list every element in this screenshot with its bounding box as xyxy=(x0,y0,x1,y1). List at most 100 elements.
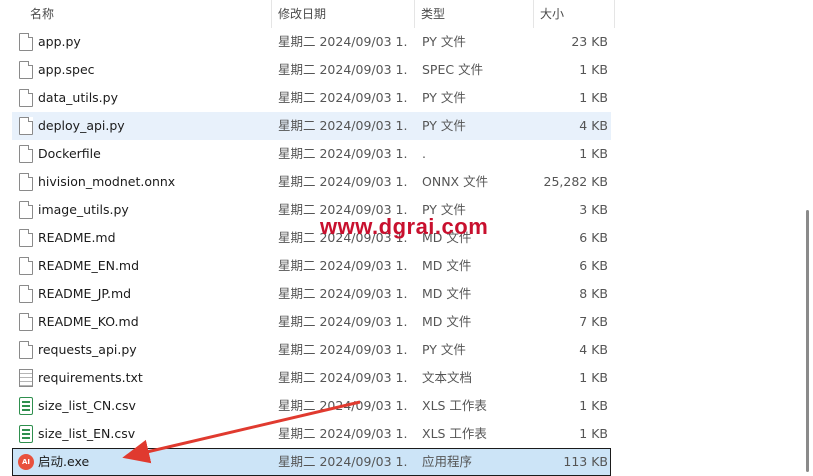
file-row[interactable]: README_KO.md 星期二 2024/09/03 1... MD 文件 7… xyxy=(0,308,813,336)
file-size: 1 KB xyxy=(579,146,608,161)
file-size: 1 KB xyxy=(579,62,608,77)
file-name: size_list_CN.csv xyxy=(38,398,136,413)
file-type: PY 文件 xyxy=(422,90,466,105)
file-row[interactable]: hivision_modnet.onnx 星期二 2024/09/03 1...… xyxy=(0,168,813,196)
file-row[interactable]: README_EN.md 星期二 2024/09/03 1... MD 文件 6… xyxy=(0,252,813,280)
vertical-scrollbar[interactable] xyxy=(797,0,813,473)
column-divider[interactable] xyxy=(614,0,615,28)
file-size: 1 KB xyxy=(579,426,608,441)
file-icon xyxy=(19,257,33,275)
spreadsheet-icon xyxy=(19,425,33,443)
file-name: image_utils.py xyxy=(38,202,129,217)
file-row[interactable]: Dockerfile 星期二 2024/09/03 1... . 1 KB xyxy=(0,140,813,168)
file-name: Dockerfile xyxy=(38,146,101,161)
file-list: app.py 星期二 2024/09/03 1... PY 文件 23 KB a… xyxy=(0,28,813,476)
file-row[interactable]: app.py 星期二 2024/09/03 1... PY 文件 23 KB xyxy=(0,28,813,56)
file-size: 3 KB xyxy=(579,202,608,217)
file-date: 星期二 2024/09/03 1... xyxy=(278,146,408,161)
file-size: 23 KB xyxy=(571,34,608,49)
file-date: 星期二 2024/09/03 1... xyxy=(278,258,408,273)
file-icon xyxy=(19,61,33,79)
file-size: 1 KB xyxy=(579,370,608,385)
file-size: 8 KB xyxy=(579,286,608,301)
file-name: README_EN.md xyxy=(38,258,140,273)
file-name: data_utils.py xyxy=(38,90,118,105)
file-name: requirements.txt xyxy=(38,370,143,385)
file-date: 星期二 2024/09/03 1... xyxy=(278,34,408,49)
spreadsheet-icon xyxy=(19,397,33,415)
column-header-size[interactable]: 大小 xyxy=(534,0,614,28)
file-name: README_JP.md xyxy=(38,286,132,301)
file-size: 4 KB xyxy=(579,118,608,133)
file-row[interactable]: requests_api.py 星期二 2024/09/03 1... PY 文… xyxy=(0,336,813,364)
file-row[interactable]: size_list_CN.csv 星期二 2024/09/03 1... XLS… xyxy=(0,392,813,420)
file-date: 星期二 2024/09/03 1... xyxy=(278,370,408,385)
text-file-icon xyxy=(19,369,33,387)
file-type: ONNX 文件 xyxy=(422,174,489,189)
file-type: 文本文档 xyxy=(422,370,473,385)
watermark-text: www.dgrai.com xyxy=(320,214,489,239)
file-name: app.spec xyxy=(38,62,95,77)
file-row[interactable]: size_list_EN.csv 星期二 2024/09/03 1... XLS… xyxy=(0,420,813,448)
file-icon xyxy=(19,201,33,219)
file-name: app.py xyxy=(38,34,81,49)
file-size: 1 KB xyxy=(579,90,608,105)
scrollbar-thumb[interactable] xyxy=(806,210,809,472)
file-type: 应用程序 xyxy=(422,454,473,469)
file-date: 星期二 2024/09/03 1... xyxy=(278,426,408,441)
file-type: MD 文件 xyxy=(422,258,472,273)
file-row-selected[interactable]: AI 启动.exe 星期二 2024/09/03 1... 应用程序 113 K… xyxy=(0,448,813,476)
file-date: 星期二 2024/09/03 1... xyxy=(278,90,408,105)
file-date: 星期二 2024/09/03 1... xyxy=(278,314,408,329)
file-name: size_list_EN.csv xyxy=(38,426,136,441)
file-size: 7 KB xyxy=(579,314,608,329)
app-exe-icon: AI xyxy=(18,454,34,470)
column-header-type[interactable]: 类型 xyxy=(415,0,533,28)
file-type: PY 文件 xyxy=(422,342,466,357)
file-icon xyxy=(19,229,33,247)
file-size: 25,282 KB xyxy=(543,174,608,189)
file-icon xyxy=(19,341,33,359)
file-row-hovered[interactable]: deploy_api.py 星期二 2024/09/03 1... PY 文件 … xyxy=(0,112,813,140)
file-size: 1 KB xyxy=(579,398,608,413)
file-date: 星期二 2024/09/03 1... xyxy=(278,118,408,133)
file-type: MD 文件 xyxy=(422,314,472,329)
file-name: requests_api.py xyxy=(38,342,137,357)
file-date: 星期二 2024/09/03 1... xyxy=(278,174,408,189)
file-type: XLS 工作表 xyxy=(422,398,487,413)
file-size: 4 KB xyxy=(579,342,608,357)
file-date: 星期二 2024/09/03 1... xyxy=(278,454,408,469)
file-icon xyxy=(19,89,33,107)
file-row[interactable]: data_utils.py 星期二 2024/09/03 1... PY 文件 … xyxy=(0,84,813,112)
file-type: . xyxy=(422,146,426,161)
file-type: SPEC 文件 xyxy=(422,62,484,77)
file-date: 星期二 2024/09/03 1... xyxy=(278,62,408,77)
file-icon xyxy=(19,145,33,163)
file-name: deploy_api.py xyxy=(38,118,125,133)
file-row[interactable]: app.spec 星期二 2024/09/03 1... SPEC 文件 1 K… xyxy=(0,56,813,84)
file-size: 6 KB xyxy=(579,258,608,273)
file-row[interactable]: requirements.txt 星期二 2024/09/03 1... 文本文… xyxy=(0,364,813,392)
file-size: 113 KB xyxy=(563,454,608,469)
column-header: 名称 ˄ 修改日期 类型 大小 xyxy=(0,0,813,28)
file-icon xyxy=(19,117,33,135)
file-type: XLS 工作表 xyxy=(422,426,487,441)
file-date: 星期二 2024/09/03 1... xyxy=(278,286,408,301)
file-date: 星期二 2024/09/03 1... xyxy=(278,398,408,413)
file-name: hivision_modnet.onnx xyxy=(38,174,176,189)
file-icon xyxy=(19,285,33,303)
file-icon xyxy=(19,313,33,331)
file-name: README.md xyxy=(38,230,116,245)
file-type: MD 文件 xyxy=(422,286,472,301)
file-type: PY 文件 xyxy=(422,118,466,133)
file-row[interactable]: README_JP.md 星期二 2024/09/03 1... MD 文件 8… xyxy=(0,280,813,308)
file-name: 启动.exe xyxy=(38,454,90,469)
file-type: PY 文件 xyxy=(422,34,466,49)
file-icon xyxy=(19,33,33,51)
column-header-date[interactable]: 修改日期 xyxy=(272,0,414,28)
file-size: 6 KB xyxy=(579,230,608,245)
file-name: README_KO.md xyxy=(38,314,139,329)
file-icon xyxy=(19,173,33,191)
sort-ascending-icon: ˄ xyxy=(143,0,148,7)
file-date: 星期二 2024/09/03 1... xyxy=(278,342,408,357)
